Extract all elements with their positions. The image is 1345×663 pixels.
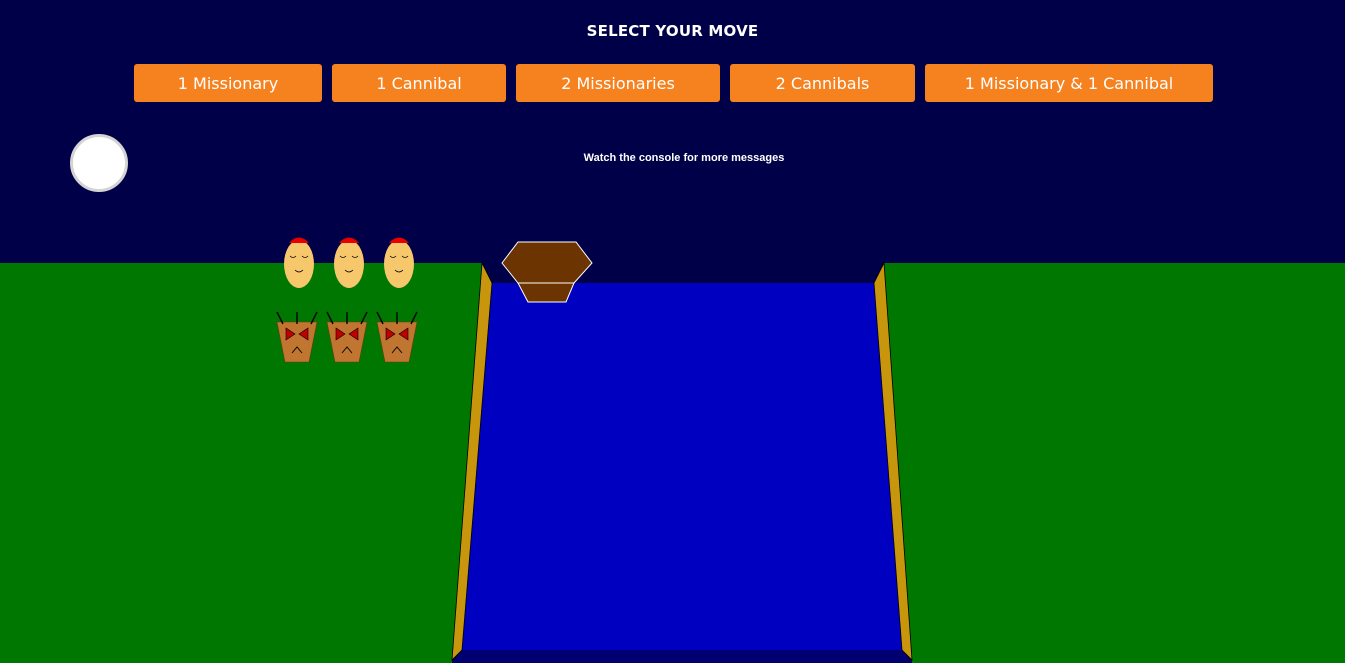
move-2-cannibals-button[interactable]: 2 Cannibals	[730, 64, 915, 102]
river-bed	[452, 650, 912, 663]
move-1-cannibal-button[interactable]: 1 Cannibal	[332, 64, 506, 102]
move-1-missionary-1-cannibal-button[interactable]: 1 Missionary & 1 Cannibal	[925, 64, 1213, 102]
missionary-icon[interactable]	[334, 237, 364, 289]
console-message: Watch the console for more messages	[583, 152, 785, 164]
river	[462, 283, 902, 650]
right-bank	[884, 263, 1345, 663]
move-1-missionary-button[interactable]: 1 Missionary	[134, 64, 322, 102]
game-stage: SELECT YOUR MOVE 1 Missionary 1 Cannibal…	[0, 0, 1345, 663]
move-2-missionaries-button[interactable]: 2 Missionaries	[516, 64, 720, 102]
missionary-icon[interactable]	[384, 237, 414, 289]
page-title: SELECT YOUR MOVE	[586, 22, 759, 40]
missionary-group	[284, 237, 414, 289]
missionary-icon[interactable]	[284, 237, 314, 289]
